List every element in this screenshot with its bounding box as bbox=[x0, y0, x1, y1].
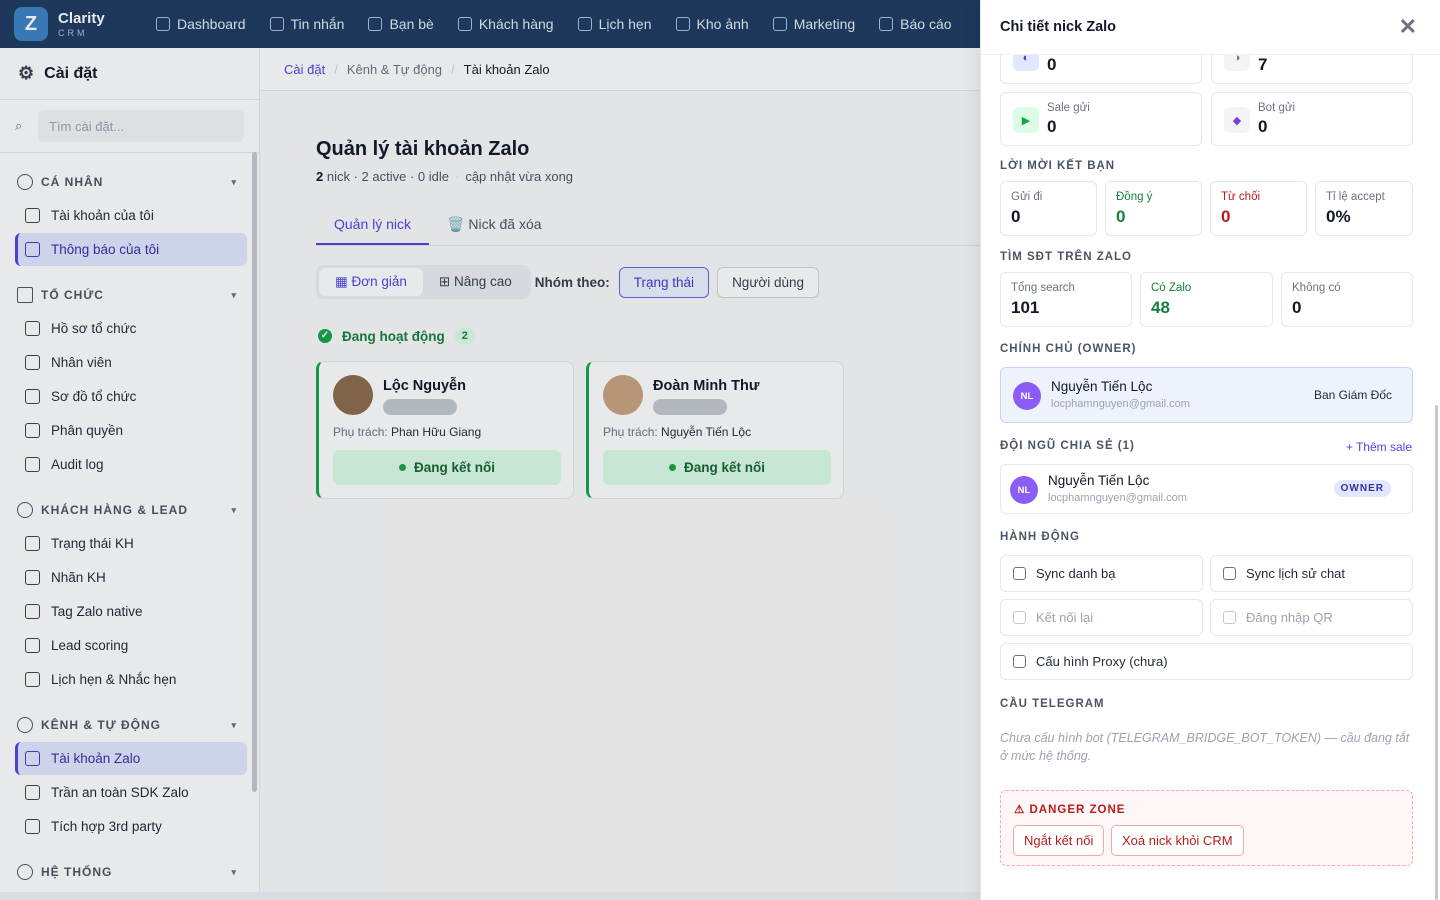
stat-bot-sent: ◆ Bot gửi 0 bbox=[1211, 92, 1413, 146]
add-sale-link[interactable]: + Thêm sale bbox=[1346, 440, 1412, 454]
stat-friend-sent: Gửi đi 0 bbox=[1000, 181, 1097, 236]
stat-total-search: Tổng search 101 bbox=[1000, 272, 1132, 327]
qr-login-button[interactable]: Đăng nhập QR bbox=[1210, 599, 1413, 636]
user-plus-icon bbox=[1013, 567, 1026, 580]
drawer-title: Chi tiết nick Zalo bbox=[1000, 19, 1117, 35]
stat-no-zalo: Không có 0 bbox=[1281, 272, 1413, 327]
play-icon: ▶ bbox=[1013, 107, 1039, 133]
section-title-owner: CHÍNH CHỦ (OWNER) bbox=[1000, 343, 1137, 355]
proxy-config-button[interactable]: Cấu hình Proxy (chưa) bbox=[1000, 643, 1413, 680]
avatar: NL bbox=[1013, 382, 1041, 410]
avatar: NL bbox=[1010, 476, 1038, 504]
shield-icon bbox=[1013, 655, 1026, 668]
sync-chat-history-button[interactable]: Sync lịch sử chat bbox=[1210, 555, 1413, 592]
telegram-note: Chưa cấu hình bot (TELEGRAM_BRIDGE_BOT_T… bbox=[1000, 731, 1410, 763]
refresh-icon bbox=[1013, 611, 1026, 624]
qr-icon bbox=[1223, 611, 1236, 624]
stat-friend-rejected: Từ chối 0 bbox=[1210, 181, 1307, 236]
horizontal-scrollbar[interactable] bbox=[0, 892, 980, 900]
delete-nick-button[interactable]: Xoá nick khỏi CRM bbox=[1111, 825, 1244, 856]
section-title-share-team: ĐỘI NGŨ CHIA SẺ (1) bbox=[1000, 440, 1135, 452]
reconnect-button[interactable]: Kết nối lại bbox=[1000, 599, 1203, 636]
section-title-telegram: CẦU TELEGRAM bbox=[1000, 698, 1105, 710]
nick-detail-drawer: Chi tiết nick Zalo ✕ ◐ 0 ◑ 7 ▶ Sale gửi … bbox=[980, 0, 1440, 900]
close-icon[interactable]: ✕ bbox=[1399, 16, 1417, 38]
disconnect-button[interactable]: Ngắt kết nối bbox=[1013, 825, 1105, 856]
diamond-icon: ◆ bbox=[1224, 107, 1250, 133]
stat-sale-sent: ▶ Sale gửi 0 bbox=[1000, 92, 1202, 146]
owner-email: locphamnguyen@gmail.com bbox=[1051, 398, 1190, 410]
share-member-row: NL Nguyễn Tiến Lộc locphamnguyen@gmail.c… bbox=[1000, 464, 1413, 514]
download-icon bbox=[1223, 567, 1236, 580]
section-title-friend-requests: LỜI MỜI KẾT BẠN bbox=[1000, 160, 1116, 172]
stat-friend-accepted: Đồng ý0 bbox=[1105, 181, 1202, 236]
stat-accept-rate: Tỉ lệ accept 0% bbox=[1315, 181, 1413, 236]
owner-role: Ban Giám Đốc bbox=[1313, 388, 1392, 402]
member-email: locphamnguyen@gmail.com bbox=[1048, 492, 1187, 504]
section-title-actions: HÀNH ĐỘNG bbox=[1000, 531, 1080, 543]
drawer-scrollbar[interactable] bbox=[1435, 405, 1438, 900]
danger-zone: ⚠ DANGER ZONE Ngắt kết nối Xoá nick khỏi… bbox=[1000, 790, 1413, 866]
owner-name: Nguyễn Tiến Lộc bbox=[1051, 379, 1153, 394]
drawer-header: Chi tiết nick Zalo ✕ bbox=[981, 0, 1440, 55]
danger-zone-title: ⚠ DANGER ZONE bbox=[1014, 804, 1126, 816]
sync-contacts-button[interactable]: Sync danh bạ bbox=[1000, 555, 1203, 592]
modal-backdrop[interactable] bbox=[0, 0, 980, 892]
section-title-phone-search: TÌM SĐT TRÊN ZALO bbox=[1000, 251, 1132, 263]
owner-badge: OWNER bbox=[1333, 480, 1391, 497]
member-name: Nguyễn Tiến Lộc bbox=[1048, 473, 1150, 488]
owner-card: NL Nguyễn Tiến Lộc locphamnguyen@gmail.c… bbox=[1000, 367, 1413, 423]
stat-has-zalo: Có Zalo 48 bbox=[1140, 272, 1273, 327]
